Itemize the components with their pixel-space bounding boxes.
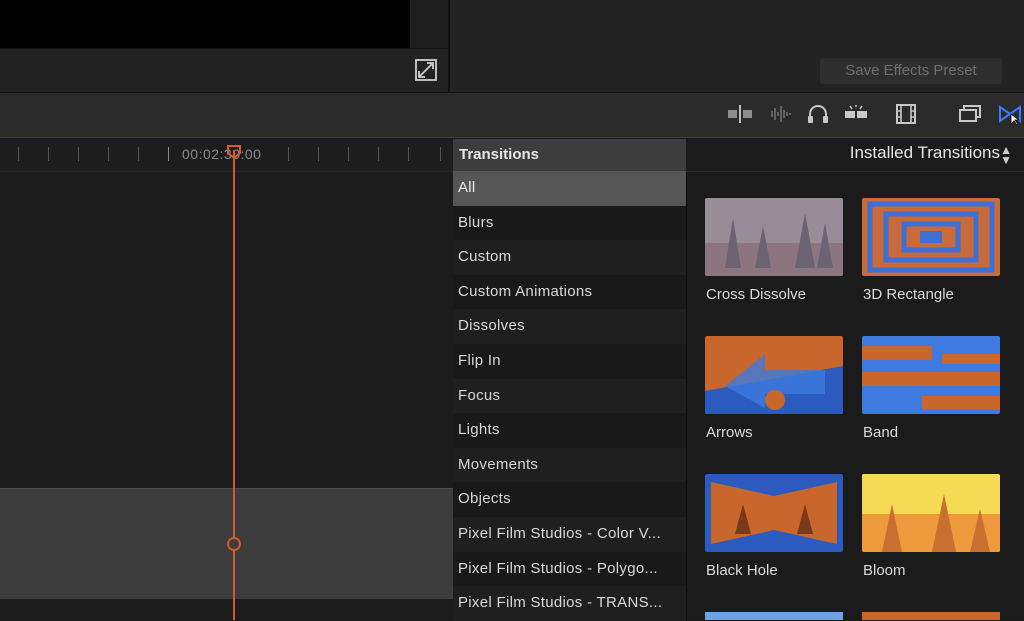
transition-label: Arrows [706,424,753,441]
category-item[interactable]: Flip In [453,344,686,379]
panel-divider[interactable] [448,0,450,92]
clip-split-icon[interactable] [726,103,754,125]
ruler-tick [318,147,319,161]
category-item[interactable]: Pixel Film Studios - Color V... [453,517,686,552]
transition-label: Band [863,424,899,441]
skimming-icon[interactable] [842,103,870,125]
category-item[interactable]: Blurs [453,205,686,241]
transition-thumbnail-partial[interactable] [705,612,843,620]
ruler-tick [288,147,289,161]
ruler-tick [108,147,109,161]
category-item[interactable]: Dissolves [453,309,686,344]
fullscreen-icon[interactable] [414,58,438,82]
category-item[interactable]: Lights [453,413,686,448]
ruler-tick [440,147,441,161]
timeline-toolbar [0,92,1024,138]
transition-label: 3D Rectangle [863,286,954,303]
category-item[interactable]: Custom Animations [453,274,686,310]
save-effects-preset-button[interactable]: Save Effects Preset [820,58,1002,84]
category-item[interactable]: Movements [453,447,686,483]
playhead-marker[interactable] [227,537,241,551]
effects-browser-icon[interactable] [956,103,984,125]
viewer-side-area [410,0,448,48]
category-item[interactable]: Custom [453,240,686,275]
ruler-tick [78,147,79,161]
categories-header: Transitions [453,139,686,171]
transition-thumbnail[interactable] [862,336,1000,414]
transition-thumbnail[interactable] [862,198,1000,276]
transition-thumbnail[interactable] [705,474,843,552]
category-item[interactable]: Objects [453,482,686,517]
viewer-canvas [0,0,410,48]
viewer-control-bar [0,48,448,93]
filmstrip-icon[interactable] [892,103,920,125]
transition-thumbnail[interactable] [705,198,843,276]
headphones-icon[interactable] [804,103,832,125]
ruler-timecode: 00:02:30:00 [182,146,262,162]
category-item[interactable]: Focus [453,378,686,414]
transitions-browser-icon[interactable] [996,103,1024,125]
transition-thumbnail[interactable] [705,336,843,414]
category-item[interactable]: All [453,171,686,206]
ruler-tick [378,147,379,161]
installed-transitions-popup[interactable]: Installed Transitions [850,143,1000,163]
ruler-tick [408,147,409,161]
transition-label: Bloom [863,562,906,579]
category-item[interactable]: Pixel Film Studios - TRANS... [453,586,686,621]
playhead-handle-icon[interactable] [227,145,241,159]
ruler-tick [348,147,349,161]
transition-thumbnail[interactable] [862,474,1000,552]
transition-thumbnail-partial[interactable] [862,612,1000,620]
ruler-tick [138,147,139,161]
ruler-tick-major [168,147,169,161]
ruler-tick [18,147,19,161]
audio-waveform-icon[interactable] [766,103,794,125]
ruler-tick [48,147,49,161]
category-item[interactable]: Pixel Film Studios - Polygo... [453,551,686,587]
transition-label: Cross Dissolve [706,286,807,303]
chevron-updown-icon[interactable]: ▲ ▼ [1000,144,1012,166]
transition-label: Black Hole [706,562,778,579]
